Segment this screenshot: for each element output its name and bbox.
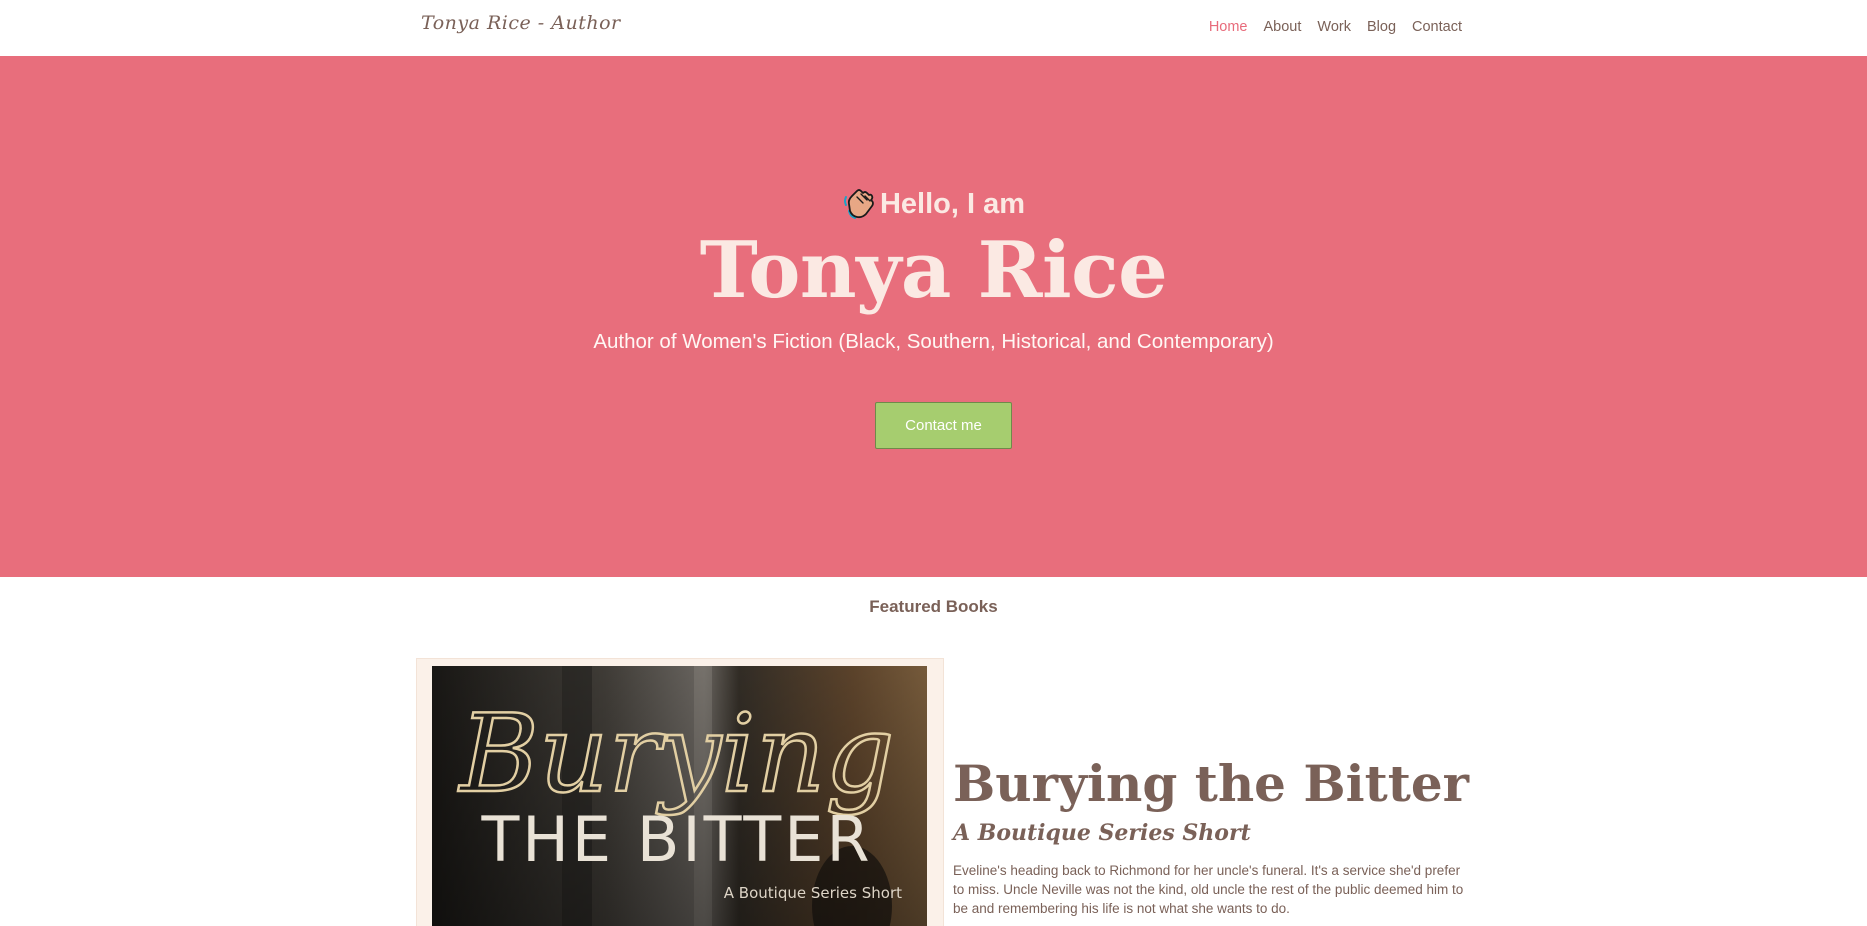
book-description: Eveline's heading back to Richmond for h… <box>953 863 1464 916</box>
nav-item-work: Work <box>1317 18 1351 36</box>
cover-series-label: A Boutique Series Short <box>724 884 902 902</box>
nav-link-blog[interactable]: Blog <box>1367 19 1396 35</box>
nav-link-home[interactable]: Home <box>1209 19 1248 35</box>
nav-link-about[interactable]: About <box>1264 19 1302 35</box>
greeting: Hello, I am <box>0 187 1867 221</box>
nav-list: Home About Work Blog Contact <box>1209 18 1462 36</box>
book-subtitle: A Boutique Series Short <box>953 820 1251 846</box>
book-cover-image[interactable]: Burying THE BITTER A Boutique Series Sho… <box>432 666 927 926</box>
nav-item-blog: Blog <box>1367 18 1396 36</box>
featured-books-heading: Featured Books <box>869 597 998 616</box>
nav-link-work[interactable]: Work <box>1317 19 1351 35</box>
cover-block-title: THE BITTER <box>480 803 872 876</box>
top-navbar: Tonya Rice - Author Home About Work Blog… <box>0 0 1867 56</box>
nav-item-about: About <box>1264 18 1302 36</box>
hero-tagline: Author of Women's Fiction (Black, Southe… <box>593 330 1274 353</box>
nav-item-home: Home <box>1209 18 1248 36</box>
waving-hand-icon <box>842 187 876 221</box>
brand-logo[interactable]: Tonya Rice - Author <box>421 12 621 34</box>
hero-author-name: Tonya Rice <box>699 225 1168 316</box>
book-title: Burying the Bitter <box>953 754 1469 813</box>
cover-script-title: Burying <box>458 692 895 817</box>
hero-section: Hello, I am Tonya Rice Author of Women's… <box>0 56 1867 577</box>
nav-item-contact: Contact <box>1412 18 1462 36</box>
nav-link-contact[interactable]: Contact <box>1412 19 1462 35</box>
greeting-text: Hello, I am <box>879 187 1026 220</box>
contact-me-button[interactable]: Contact me <box>875 402 1012 449</box>
